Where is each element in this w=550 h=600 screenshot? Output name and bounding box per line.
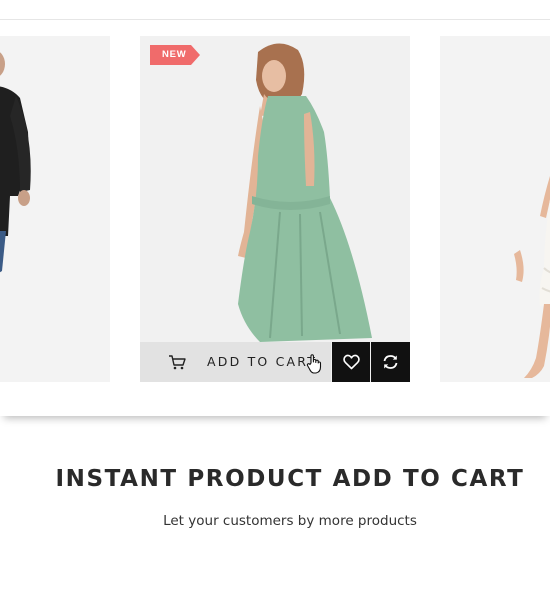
product-image-white-dress[interactable] — [440, 36, 550, 382]
product-actions: ADD TO CART — [140, 342, 410, 382]
feature-subtitle: Let your customers by more products — [163, 513, 417, 529]
wishlist-button[interactable] — [331, 342, 371, 382]
product-image-man[interactable] — [0, 36, 110, 382]
product-image-dress[interactable] — [140, 36, 410, 342]
hand-pointer-icon — [306, 354, 322, 374]
product-card-featured[interactable]: NEW ADD TO CART — [140, 36, 410, 382]
feature-title: INSTANT PRODUCT ADD TO CART — [55, 466, 525, 492]
add-to-cart-button[interactable]: ADD TO CART — [140, 342, 331, 382]
refresh-icon — [383, 355, 398, 369]
product-card-left[interactable] — [0, 36, 110, 382]
product-card-right[interactable] — [440, 36, 550, 382]
new-badge: NEW — [150, 45, 200, 65]
top-panel-edge — [0, 0, 550, 20]
add-to-cart-label: ADD TO CART — [207, 354, 318, 369]
shopping-cart-icon — [169, 355, 186, 370]
product-carousel: NEW ADD TO CART — [0, 20, 550, 416]
compare-button[interactable] — [371, 342, 410, 382]
heart-icon — [342, 354, 360, 370]
